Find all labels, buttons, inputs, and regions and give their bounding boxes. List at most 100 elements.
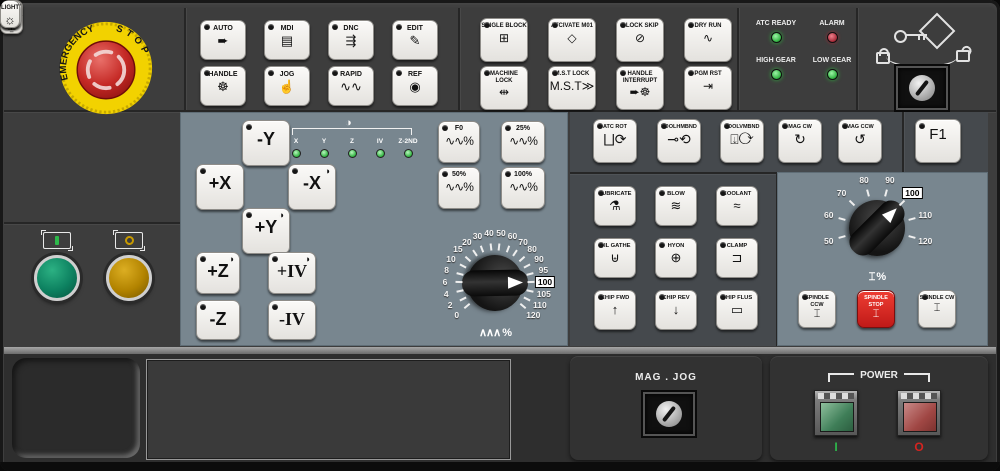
mode-icon: ✎ <box>410 34 421 48</box>
function-button[interactable]: PGM RST ⇥ <box>684 66 732 110</box>
button-label: M.S.T LOCK <box>555 71 590 78</box>
auxiliary-button[interactable]: OIL GATHE ⊎ <box>594 238 636 278</box>
round-push-button[interactable] <box>34 255 80 301</box>
atc-button[interactable]: TOOLHMBND ⊸⟲ <box>657 119 701 163</box>
dial-scale-label: 90 <box>534 254 543 264</box>
spindle-dial-caption: ⌶ % <box>869 271 885 284</box>
button-led-icon <box>200 168 206 174</box>
axis-jog-button[interactable]: -Z <box>196 300 240 340</box>
mode-button[interactable]: EDIT ✎ <box>392 20 438 60</box>
axis-jog-button[interactable]: ◑ +Y <box>242 208 290 254</box>
utility-button[interactable]: LIGHT ☼ <box>0 0 20 28</box>
power-off-button[interactable] <box>897 390 941 436</box>
button-label: HYON <box>668 243 685 250</box>
function-icon: ⊞ <box>499 31 509 45</box>
rapid-override-button[interactable]: F0 ∿∿% <box>438 121 480 163</box>
auxiliary-button[interactable]: BLOW ≋ <box>655 186 697 226</box>
axis-led-row: X Y Z IV Z-2ND <box>282 138 422 158</box>
button-led-icon <box>598 294 604 300</box>
button-label: CHIP FWD <box>601 295 630 302</box>
button-led-icon <box>505 125 511 131</box>
function-button[interactable]: ATCIVATE M01 ◇ <box>548 18 596 62</box>
emergency-stop-button[interactable]: EMERGENCY STOP <box>58 20 154 116</box>
auxiliary-button[interactable]: LUBRICATE ⚗ <box>594 186 636 226</box>
function-button[interactable]: HANDLE INTERRUPT ➨☸ <box>616 66 664 110</box>
dial-scale-label: 80 <box>527 244 536 254</box>
auxiliary-icon: ≋ <box>671 199 682 212</box>
rapid-override-button[interactable]: 100% ∿∿% <box>501 167 545 209</box>
axis-jog-button[interactable]: ◑ +IV <box>268 252 316 294</box>
function-button[interactable]: SINGLE BLOCK ⊞ <box>480 18 528 62</box>
mag-jog-keyswitch[interactable] <box>643 392 695 436</box>
mode-button[interactable]: HANDLE ☸ <box>200 66 246 106</box>
dial-scale-label: 90 <box>885 175 894 185</box>
atc-button[interactable]: TOOLVMBND ⍗⟳ <box>720 119 764 163</box>
mode-button[interactable]: MDI ▤ <box>264 20 310 60</box>
wave-icon: ∿∿% <box>445 180 473 194</box>
dial-scale-label: 40 <box>484 228 493 238</box>
atc-icon: ⨆⟳ <box>604 132 627 146</box>
mode-icon: ☝ <box>279 80 295 94</box>
button-led-icon <box>661 123 667 129</box>
dial-tick <box>456 289 463 292</box>
atc-button[interactable]: ATC ROT ⨆⟳ <box>593 119 637 163</box>
dial-scale-label: 0 <box>454 310 459 320</box>
mode-icon: ☸ <box>217 80 229 94</box>
function-button[interactable]: DRY RUN ∿ <box>684 18 732 62</box>
spindle-button[interactable]: SPINDLE STOP ⌶ <box>857 290 895 328</box>
rapid-override-button[interactable]: 25% ∿∿% <box>501 121 545 163</box>
function-button[interactable]: MACHINE LOCK ⇹ <box>480 66 528 110</box>
auxiliary-button[interactable]: CHIP FWD ↑ <box>594 290 636 330</box>
bracket-line <box>292 128 412 135</box>
feed-override-dial: ∧∧∧ % 0246810152030405060708090951001051… <box>420 208 570 358</box>
jog-panel: -Y +X ◑ -X ◑ +Y ◑ +Z ◑ +IV <box>180 112 568 346</box>
axis-label: -Z <box>210 309 227 329</box>
auxiliary-button[interactable]: HYON ⊕ <box>655 238 697 278</box>
button-led-icon <box>442 125 448 131</box>
button-label: REF <box>408 72 422 79</box>
button-led-icon <box>200 256 206 262</box>
button-led-icon <box>505 171 511 177</box>
auxiliary-button[interactable]: CHIP FLUS ▭ <box>716 290 758 330</box>
dial-tick <box>839 217 846 221</box>
indicator-mark-icon <box>55 236 59 245</box>
cnc-control-panel: EMERGENCY STOP AUTO ➨ MDI ▤ DNC ⇶ <box>0 0 1000 471</box>
panel-lock-keyswitch[interactable] <box>896 66 948 110</box>
spindle-button[interactable]: SPINDLE CW ⌶ <box>918 290 956 328</box>
mode-button[interactable]: RAPID ∿∿ <box>328 66 374 106</box>
function-button[interactable]: M.S.T LOCK M.S.T≫ <box>548 66 596 110</box>
axis-jog-button[interactable]: -IV <box>268 300 316 340</box>
dial-tick <box>498 244 501 251</box>
atc-icon: ↻ <box>794 132 806 146</box>
rapid-override-button[interactable]: 50% ∿∿% <box>438 167 480 209</box>
mode-button[interactable]: JOG ☝ <box>264 66 310 106</box>
mode-button[interactable]: REF ◉ <box>392 66 438 106</box>
axis-jog-button[interactable]: +X <box>196 164 244 210</box>
function-button[interactable]: BLOCK SKIP ⊘ <box>616 18 664 62</box>
spindle-button[interactable]: SPINDLE CCW ⌶ <box>798 290 836 328</box>
auxiliary-button[interactable]: CLAMP ⊐ <box>716 238 758 278</box>
button-led-icon <box>396 70 402 76</box>
button-led-icon <box>204 70 210 76</box>
emergency-stop-icon: EMERGENCY STOP <box>58 20 154 116</box>
button-led-icon <box>688 22 694 28</box>
feed-override-knob[interactable] <box>466 254 523 311</box>
button-led-icon <box>200 304 206 310</box>
wave-icon: ∿∿% <box>445 134 473 148</box>
dial-tick <box>512 250 518 257</box>
mode-button[interactable]: AUTO ➨ <box>200 20 246 60</box>
auxiliary-button[interactable]: CHIP REV ↓ <box>655 290 697 330</box>
round-push-button[interactable] <box>106 255 152 301</box>
button-led-icon <box>842 123 848 129</box>
mode-button[interactable]: DNC ⇶ <box>328 20 374 60</box>
button-led-icon <box>484 70 490 76</box>
auxiliary-button[interactable]: COOLANT ≈ <box>716 186 758 226</box>
button-label: MAG CW <box>788 124 812 131</box>
axis-jog-button[interactable]: ◑ +Z <box>196 252 240 294</box>
led-indicator-icon <box>404 149 413 158</box>
button-label: EDIT <box>407 26 423 33</box>
divider <box>458 8 460 110</box>
axis-jog-button[interactable]: ◑ -X <box>288 164 336 210</box>
dial-tick <box>526 272 533 276</box>
power-on-button[interactable] <box>814 390 858 436</box>
